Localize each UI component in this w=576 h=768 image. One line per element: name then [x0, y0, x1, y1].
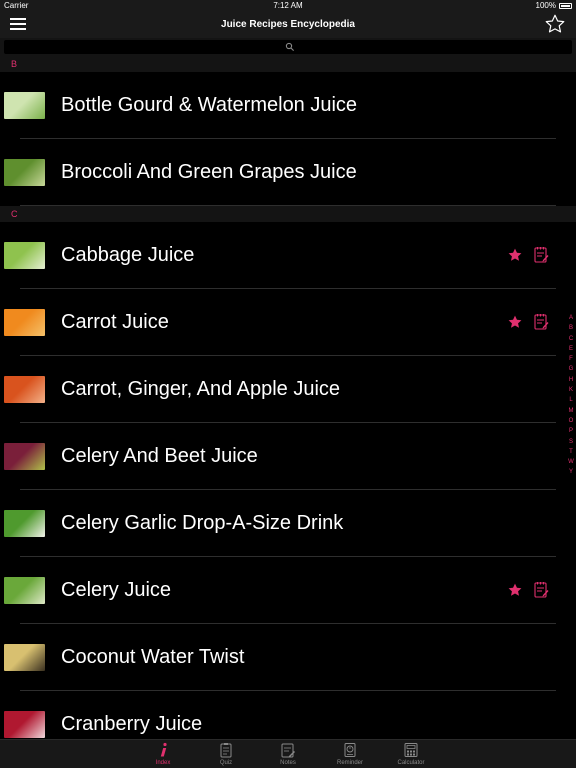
tab-calculator[interactable]: Calculator [386, 740, 436, 768]
list-item[interactable]: Coconut Water Twist [0, 624, 576, 691]
index-letter-a[interactable]: A [566, 313, 576, 323]
index-letter-l[interactable]: L [566, 395, 576, 405]
list-item[interactable]: Broccoli And Green Grapes Juice [0, 139, 576, 206]
tab-label: Quiz [219, 760, 233, 766]
list-item[interactable]: Bottle Gourd & Watermelon Juice [0, 72, 576, 139]
note-icon[interactable] [534, 313, 549, 330]
tab-reminder[interactable]: Reminder [325, 740, 375, 768]
battery-percent: 100% [535, 1, 556, 10]
section-header-b: B [0, 56, 576, 72]
list-item[interactable]: Celery Juice [0, 557, 576, 624]
tab-notes[interactable]: Notes [263, 740, 313, 768]
recipe-name: Celery Garlic Drop-A-Size Drink [61, 512, 344, 534]
index-letter-s[interactable]: S [566, 437, 576, 447]
recipe-name: Bottle Gourd & Watermelon Juice [61, 94, 358, 116]
index-letter-b[interactable]: B [566, 323, 576, 333]
list-item[interactable]: Carrot, Ginger, And Apple Juice [0, 356, 576, 423]
search-bar-container [0, 38, 576, 56]
alphabet-index[interactable]: ABCEFGHKLMOPSTWY [566, 313, 576, 478]
recipe-thumbnail [4, 309, 45, 336]
index-letter-f[interactable]: F [566, 354, 576, 364]
index-letter-m[interactable]: M [566, 406, 576, 416]
recipe-name: Cranberry Juice [61, 713, 203, 735]
recipe-name: Celery And Beet Juice [61, 445, 258, 467]
list-item[interactable]: Celery Garlic Drop-A-Size Drink [0, 490, 576, 557]
index-letter-k[interactable]: K [566, 385, 576, 395]
recipe-name: Broccoli And Green Grapes Juice [61, 161, 357, 183]
recipe-thumbnail [4, 644, 45, 671]
recipe-thumbnail [4, 242, 45, 269]
recipe-name: Carrot Juice [61, 311, 169, 333]
list-item[interactable]: Celery And Beet Juice [0, 423, 576, 490]
tab-label: Notes [280, 760, 296, 766]
favorites-star-icon[interactable] [544, 13, 566, 35]
search-icon [285, 42, 294, 51]
index-letter-y[interactable]: Y [566, 467, 576, 477]
index-letter-c[interactable]: C [566, 334, 576, 344]
tab-label: Calculator [397, 760, 425, 766]
tab-bar: Index Quiz Notes Reminder Calculator [0, 739, 576, 768]
list-item[interactable]: Cabbage Juice [0, 222, 576, 289]
list-item[interactable]: Carrot Juice [0, 289, 576, 356]
status-bar: Carrier 7:12 AM 100% [0, 0, 576, 12]
nav-bar: Juice Recipes Encyclopedia [0, 12, 576, 38]
recipe-thumbnail [4, 443, 45, 470]
section-letter: B [11, 59, 18, 69]
recipe-thumbnail [4, 92, 45, 119]
page-title: Juice Recipes Encyclopedia [221, 19, 355, 30]
search-input[interactable] [4, 40, 572, 54]
tab-index[interactable]: Index [138, 740, 188, 768]
recipe-name: Coconut Water Twist [61, 646, 245, 668]
index-letter-e[interactable]: E [566, 344, 576, 354]
recipe-thumbnail [4, 577, 45, 604]
status-time: 7:12 AM [273, 1, 303, 10]
section-header-c: C [0, 206, 576, 222]
favorite-star-icon[interactable] [507, 247, 523, 263]
tab-label: Index [155, 760, 171, 766]
recipe-name: Celery Juice [61, 579, 172, 601]
recipe-name: Carrot, Ginger, And Apple Juice [61, 378, 341, 400]
index-letter-g[interactable]: G [566, 364, 576, 374]
section-letter: C [11, 209, 18, 219]
index-letter-p[interactable]: P [566, 426, 576, 436]
index-letter-h[interactable]: H [566, 375, 576, 385]
favorite-star-icon[interactable] [507, 314, 523, 330]
tab-label: Reminder [336, 760, 363, 766]
recipe-thumbnail [4, 711, 45, 738]
favorite-star-icon[interactable] [507, 582, 523, 598]
recipe-thumbnail [4, 159, 45, 186]
battery-icon [559, 3, 572, 9]
index-letter-o[interactable]: O [566, 416, 576, 426]
index-letter-t[interactable]: T [566, 447, 576, 457]
tab-quiz[interactable]: Quiz [201, 740, 251, 768]
note-icon[interactable] [534, 246, 549, 263]
recipe-name: Cabbage Juice [61, 244, 195, 266]
recipe-thumbnail [4, 510, 45, 537]
note-icon[interactable] [534, 581, 549, 598]
index-letter-w[interactable]: W [566, 457, 576, 467]
recipe-thumbnail [4, 376, 45, 403]
